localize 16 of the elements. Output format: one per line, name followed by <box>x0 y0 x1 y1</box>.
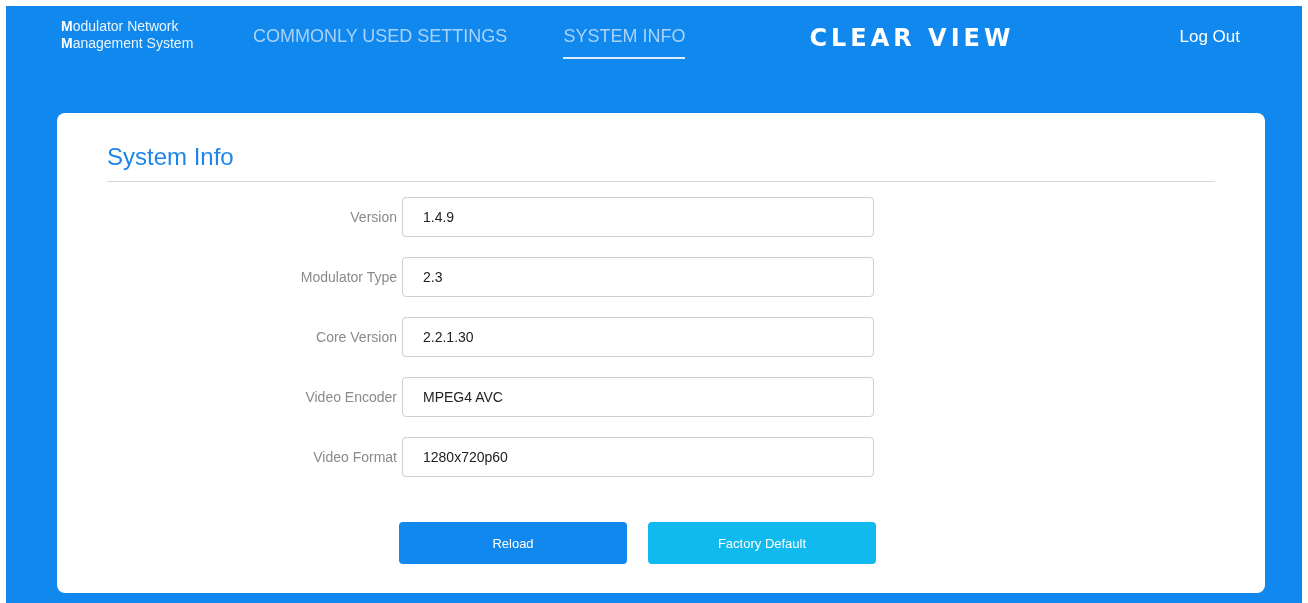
field-label: Video Format <box>312 449 398 465</box>
section-title: System Info <box>107 143 1215 182</box>
logo: CLEAR VIEW <box>809 24 1015 52</box>
brand-name: Management System <box>61 35 195 52</box>
input-field[interactable]: MPEG4 AVC <box>402 377 874 417</box>
brand-name: Modulator Network <box>61 18 180 35</box>
field-label: Modulator Type <box>299 269 398 285</box>
input-field[interactable]: 1.4.9 <box>402 197 874 237</box>
input-field[interactable]: 2.3 <box>402 257 874 297</box>
field-label: Core Version <box>315 329 398 345</box>
logout-link[interactable]: Log Out <box>1179 27 1240 47</box>
reload-button[interactable]: Reload <box>399 522 627 564</box>
input-field[interactable]: 1280x720p60 <box>402 437 874 477</box>
field-label: Version <box>349 209 398 225</box>
input-field[interactable]: 2.2.1.30 <box>402 317 874 357</box>
field-label: Video Encoder <box>304 389 398 405</box>
